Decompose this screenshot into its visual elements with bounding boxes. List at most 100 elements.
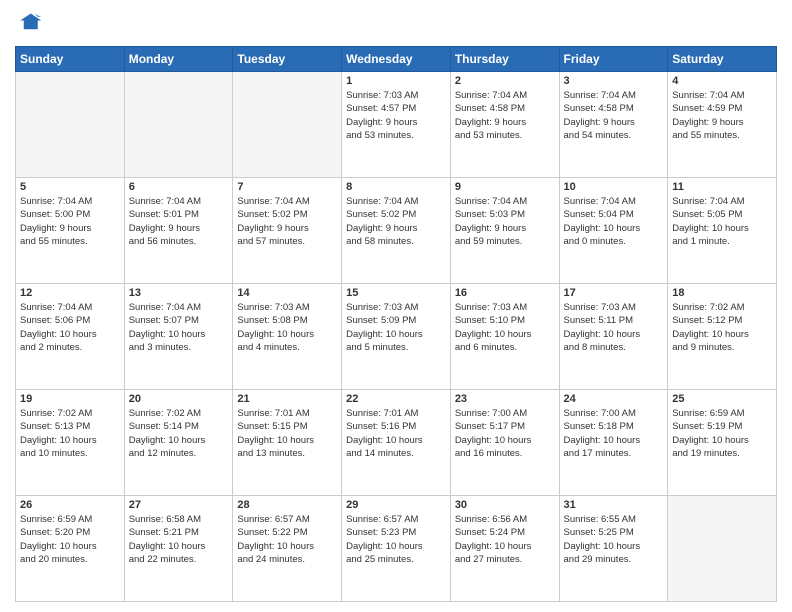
calendar-cell: 28 Sunrise: 6:57 AM Sunset: 5:22 PM Dayli… <box>233 496 342 602</box>
day-info: Sunrise: 6:55 AM Sunset: 5:25 PM Dayligh… <box>564 513 664 566</box>
day-number: 19 <box>20 393 120 405</box>
calendar-cell: 15 Sunrise: 7:03 AM Sunset: 5:09 PM Dayli… <box>342 284 451 390</box>
day-info: Sunrise: 7:00 AM Sunset: 5:17 PM Dayligh… <box>455 407 555 460</box>
day-number: 20 <box>129 393 229 405</box>
calendar-cell <box>233 72 342 178</box>
day-number: 31 <box>564 499 664 511</box>
calendar-cell: 13 Sunrise: 7:04 AM Sunset: 5:07 PM Dayli… <box>124 284 233 390</box>
day-info: Sunrise: 6:56 AM Sunset: 5:24 PM Dayligh… <box>455 513 555 566</box>
calendar-cell: 11 Sunrise: 7:04 AM Sunset: 5:05 PM Dayli… <box>668 178 777 284</box>
calendar-cell: 22 Sunrise: 7:01 AM Sunset: 5:16 PM Dayli… <box>342 390 451 496</box>
day-info: Sunrise: 7:04 AM Sunset: 5:04 PM Dayligh… <box>564 195 664 248</box>
day-number: 15 <box>346 287 446 299</box>
calendar-cell: 14 Sunrise: 7:03 AM Sunset: 5:08 PM Dayli… <box>233 284 342 390</box>
calendar-cell: 26 Sunrise: 6:59 AM Sunset: 5:20 PM Dayli… <box>16 496 125 602</box>
day-number: 6 <box>129 181 229 193</box>
calendar-cell: 17Sunrise: 7:03 AM Sunset: 5:11 PM Dayli… <box>559 284 668 390</box>
calendar-cell: 23 Sunrise: 7:00 AM Sunset: 5:17 PM Dayli… <box>450 390 559 496</box>
day-number: 5 <box>20 181 120 193</box>
day-info: Sunrise: 6:57 AM Sunset: 5:22 PM Dayligh… <box>237 513 337 566</box>
day-info: Sunrise: 7:04 AM Sunset: 5:06 PM Dayligh… <box>20 301 120 354</box>
calendar-cell <box>668 496 777 602</box>
calendar-cell: 18 Sunrise: 7:02 AM Sunset: 5:12 PM Dayli… <box>668 284 777 390</box>
day-info: Sunrise: 6:59 AM Sunset: 5:20 PM Dayligh… <box>20 513 120 566</box>
header <box>15 10 777 38</box>
calendar-cell: 4 Sunrise: 7:04 AM Sunset: 4:59 PM Daylig… <box>668 72 777 178</box>
day-number: 22 <box>346 393 446 405</box>
day-number: 27 <box>129 499 229 511</box>
calendar-cell: 29 Sunrise: 6:57 AM Sunset: 5:23 PM Dayli… <box>342 496 451 602</box>
calendar-cell: 19 Sunrise: 7:02 AM Sunset: 5:13 PM Dayli… <box>16 390 125 496</box>
calendar-cell: 8Sunrise: 7:04 AM Sunset: 5:02 PM Daylig… <box>342 178 451 284</box>
calendar-header-monday: Monday <box>124 47 233 72</box>
day-info: Sunrise: 7:04 AM Sunset: 5:05 PM Dayligh… <box>672 195 772 248</box>
calendar-cell: 2 Sunrise: 7:04 AM Sunset: 4:58 PM Daylig… <box>450 72 559 178</box>
calendar-header-saturday: Saturday <box>668 47 777 72</box>
day-info: Sunrise: 7:04 AM Sunset: 4:59 PM Dayligh… <box>672 89 772 142</box>
day-info: Sunrise: 6:57 AM Sunset: 5:23 PM Dayligh… <box>346 513 446 566</box>
day-info: Sunrise: 7:00 AM Sunset: 5:18 PM Dayligh… <box>564 407 664 460</box>
calendar-header-row: SundayMondayTuesdayWednesdayThursdayFrid… <box>16 47 777 72</box>
day-number: 24 <box>564 393 664 405</box>
logo <box>15 10 47 38</box>
day-number: 7 <box>237 181 337 193</box>
day-number: 11 <box>672 181 772 193</box>
calendar-header-sunday: Sunday <box>16 47 125 72</box>
calendar-week-row: 19 Sunrise: 7:02 AM Sunset: 5:13 PM Dayli… <box>16 390 777 496</box>
day-info: Sunrise: 7:02 AM Sunset: 5:13 PM Dayligh… <box>20 407 120 460</box>
calendar-header-tuesday: Tuesday <box>233 47 342 72</box>
day-number: 13 <box>129 287 229 299</box>
calendar-cell: 3Sunrise: 7:04 AM Sunset: 4:58 PM Daylig… <box>559 72 668 178</box>
calendar-cell: 5 Sunrise: 7:04 AM Sunset: 5:00 PM Daylig… <box>16 178 125 284</box>
day-number: 3 <box>564 75 664 87</box>
day-number: 26 <box>20 499 120 511</box>
day-number: 1 <box>346 75 446 87</box>
day-number: 28 <box>237 499 337 511</box>
calendar-cell: 31 Sunrise: 6:55 AM Sunset: 5:25 PM Dayli… <box>559 496 668 602</box>
calendar-cell: 30 Sunrise: 6:56 AM Sunset: 5:24 PM Dayli… <box>450 496 559 602</box>
day-number: 30 <box>455 499 555 511</box>
day-number: 8 <box>346 181 446 193</box>
calendar-week-row: 12 Sunrise: 7:04 AM Sunset: 5:06 PM Dayli… <box>16 284 777 390</box>
calendar-header-wednesday: Wednesday <box>342 47 451 72</box>
calendar-cell <box>16 72 125 178</box>
calendar-cell: 16Sunrise: 7:03 AM Sunset: 5:10 PM Dayli… <box>450 284 559 390</box>
day-number: 9 <box>455 181 555 193</box>
day-number: 29 <box>346 499 446 511</box>
day-number: 18 <box>672 287 772 299</box>
calendar-week-row: 26 Sunrise: 6:59 AM Sunset: 5:20 PM Dayli… <box>16 496 777 602</box>
day-info: Sunrise: 7:04 AM Sunset: 5:03 PM Dayligh… <box>455 195 555 248</box>
day-info: Sunrise: 7:01 AM Sunset: 5:16 PM Dayligh… <box>346 407 446 460</box>
page: SundayMondayTuesdayWednesdayThursdayFrid… <box>0 0 792 612</box>
day-number: 10 <box>564 181 664 193</box>
calendar-cell: 7Sunrise: 7:04 AM Sunset: 5:02 PM Daylig… <box>233 178 342 284</box>
day-info: Sunrise: 7:03 AM Sunset: 5:08 PM Dayligh… <box>237 301 337 354</box>
calendar-cell <box>124 72 233 178</box>
day-number: 12 <box>20 287 120 299</box>
calendar-cell: 1Sunrise: 7:03 AM Sunset: 4:57 PM Daylig… <box>342 72 451 178</box>
calendar-header-thursday: Thursday <box>450 47 559 72</box>
day-info: Sunrise: 7:04 AM Sunset: 5:07 PM Dayligh… <box>129 301 229 354</box>
calendar-table: SundayMondayTuesdayWednesdayThursdayFrid… <box>15 46 777 602</box>
day-number: 23 <box>455 393 555 405</box>
day-number: 14 <box>237 287 337 299</box>
day-number: 21 <box>237 393 337 405</box>
calendar-cell: 12 Sunrise: 7:04 AM Sunset: 5:06 PM Dayli… <box>16 284 125 390</box>
day-info: Sunrise: 7:03 AM Sunset: 5:10 PM Dayligh… <box>455 301 555 354</box>
day-info: Sunrise: 7:01 AM Sunset: 5:15 PM Dayligh… <box>237 407 337 460</box>
calendar-cell: 27Sunrise: 6:58 AM Sunset: 5:21 PM Dayli… <box>124 496 233 602</box>
day-info: Sunrise: 7:04 AM Sunset: 5:00 PM Dayligh… <box>20 195 120 248</box>
calendar-cell: 6 Sunrise: 7:04 AM Sunset: 5:01 PM Daylig… <box>124 178 233 284</box>
day-number: 25 <box>672 393 772 405</box>
day-info: Sunrise: 7:04 AM Sunset: 5:01 PM Dayligh… <box>129 195 229 248</box>
day-info: Sunrise: 7:03 AM Sunset: 5:09 PM Dayligh… <box>346 301 446 354</box>
day-number: 4 <box>672 75 772 87</box>
day-number: 2 <box>455 75 555 87</box>
calendar-cell: 9 Sunrise: 7:04 AM Sunset: 5:03 PM Daylig… <box>450 178 559 284</box>
day-info: Sunrise: 7:03 AM Sunset: 5:11 PM Dayligh… <box>564 301 664 354</box>
calendar-cell: 24 Sunrise: 7:00 AM Sunset: 5:18 PM Dayli… <box>559 390 668 496</box>
day-info: Sunrise: 7:02 AM Sunset: 5:12 PM Dayligh… <box>672 301 772 354</box>
day-info: Sunrise: 6:59 AM Sunset: 5:19 PM Dayligh… <box>672 407 772 460</box>
day-info: Sunrise: 7:02 AM Sunset: 5:14 PM Dayligh… <box>129 407 229 460</box>
day-info: Sunrise: 7:04 AM Sunset: 4:58 PM Dayligh… <box>455 89 555 142</box>
